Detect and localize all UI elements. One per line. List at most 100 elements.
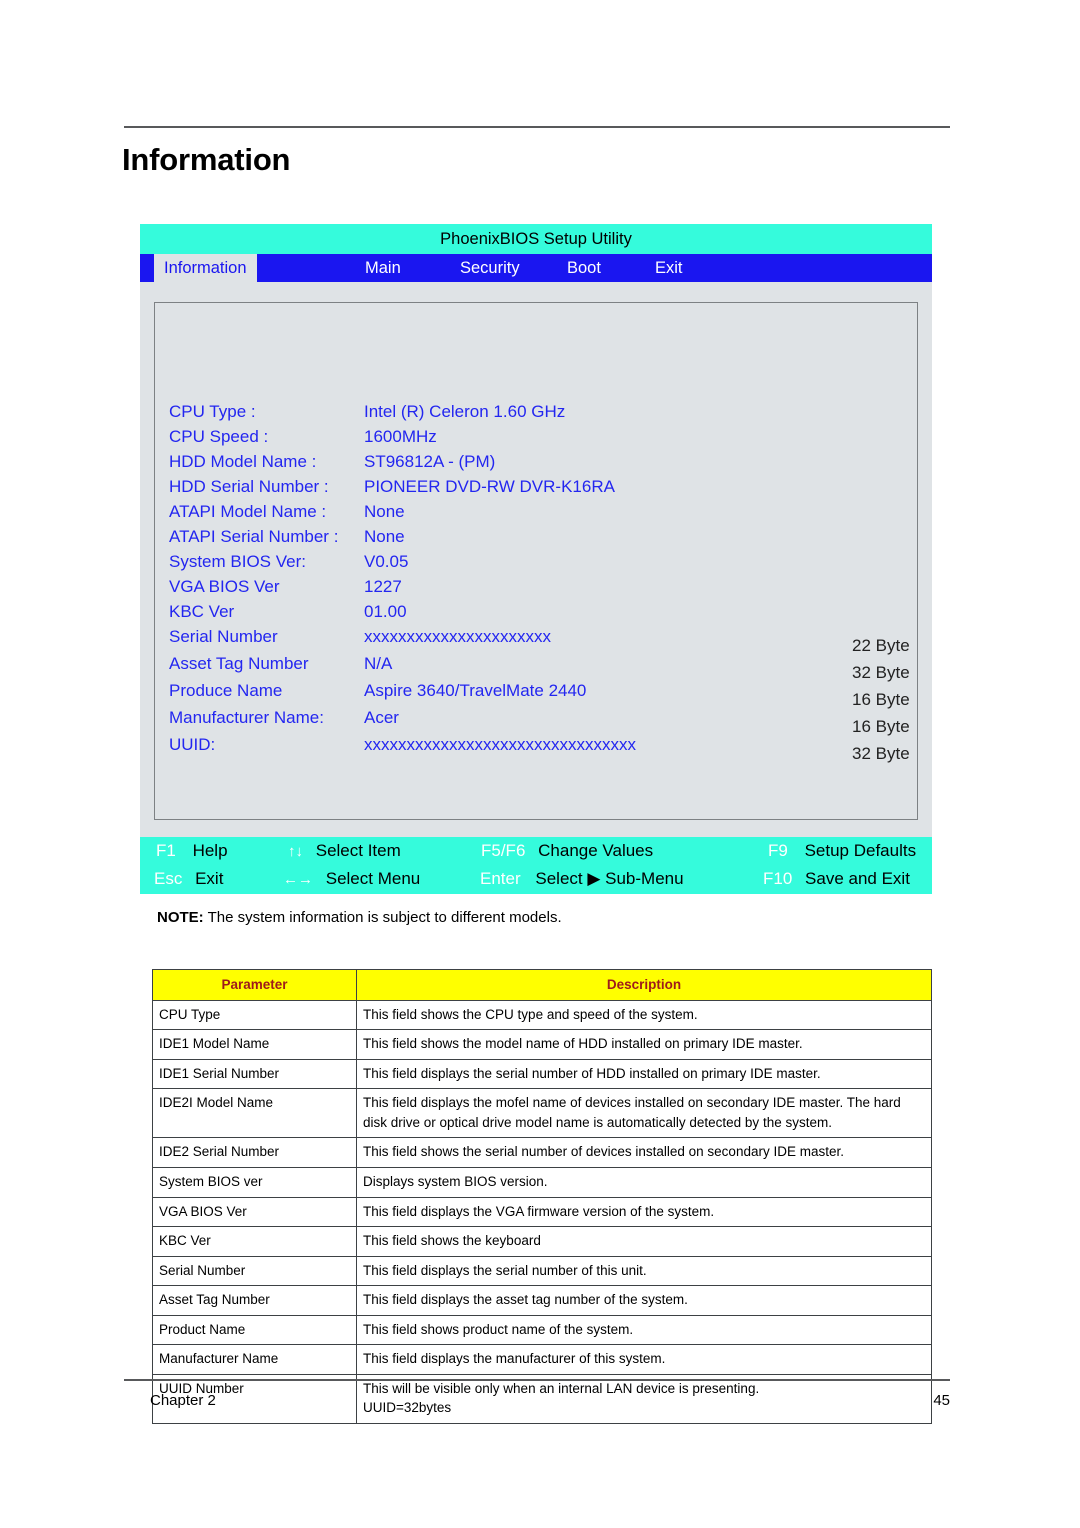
tab-main[interactable]: Main	[365, 254, 401, 282]
table-row: Serial Number This field displays the se…	[152, 1255, 932, 1287]
cell-description: This field displays the mofel name of de…	[356, 1088, 932, 1139]
cell-description: This field shows the model name of HDD i…	[356, 1029, 932, 1060]
function-key-f5f6-change-values[interactable]: F5/F6 Change Values	[481, 837, 653, 865]
note-prefix: NOTE:	[157, 909, 204, 926]
cell-description: This field displays the serial number of…	[356, 1255, 932, 1287]
column-header-parameter: Parameter	[152, 969, 357, 1001]
note-body: The system information is subject to dif…	[203, 909, 562, 926]
function-key-action: Exit	[195, 869, 224, 888]
table-row: IDE1 Model Name This field shows the mod…	[152, 1029, 932, 1060]
cell-description: Displays system BIOS version.	[356, 1166, 932, 1198]
field-value: N/A	[364, 654, 393, 673]
field-label: ATAPI Model Name :	[169, 502, 327, 521]
function-key-label: F5/F6	[481, 841, 526, 860]
field-atapi-serial-number: ATAPI Serial Number : None	[169, 524, 405, 549]
tab-exit[interactable]: Exit	[655, 254, 683, 282]
table-header-row: Parameter Description	[152, 969, 932, 1001]
field-value: PIONEER DVD-RW DVR-K16RA	[364, 477, 615, 496]
cell-parameter: VGA BIOS Ver	[152, 1196, 357, 1228]
field-value: xxxxxxxxxxxxxxxxxxxxxx	[364, 627, 551, 646]
field-serial-number: Serial Number xxxxxxxxxxxxxxxxxxxxxx	[169, 624, 551, 649]
field-value: Aspire 3640/TravelMate 2440	[364, 681, 587, 700]
footer-rule	[124, 1379, 950, 1381]
table-row: IDE2I Model Name This field displays the…	[152, 1088, 932, 1139]
cell-parameter: IDE2 Serial Number	[152, 1137, 357, 1168]
header-rule	[124, 126, 950, 128]
function-key-f9-setup-defaults[interactable]: F9 Setup Defaults	[768, 837, 916, 865]
field-label: ATAPI Serial Number :	[169, 527, 339, 546]
byte-note: 16 Byte	[852, 717, 910, 736]
field-label: HDD Serial Number :	[169, 477, 329, 496]
field-produce-name: Produce Name Aspire 3640/TravelMate 2440	[169, 678, 586, 703]
field-label: VGA BIOS Ver	[169, 577, 280, 596]
function-key-f1-help[interactable]: F1 Help	[156, 837, 228, 865]
footer-chapter: Chapter 2	[150, 1392, 216, 1409]
function-key-f10-save-and-exit[interactable]: F10 Save and Exit	[763, 865, 910, 893]
function-key-select-menu[interactable]: ←→ Select Menu	[283, 865, 420, 893]
field-value: 1227	[364, 577, 402, 596]
function-key-action: Help	[192, 841, 228, 860]
function-key-action: Select Menu	[325, 869, 421, 888]
cell-parameter: Asset Tag Number	[152, 1285, 357, 1316]
cell-description: This field shows the serial number of de…	[356, 1137, 932, 1168]
cell-parameter: IDE1 Serial Number	[152, 1058, 357, 1090]
field-value: V0.05	[364, 552, 409, 571]
function-key-action: Setup Defaults	[804, 841, 917, 860]
function-key-label: F9	[768, 841, 788, 860]
field-value: 1600MHz	[364, 427, 437, 446]
table-row: Asset Tag Number This field displays the…	[152, 1285, 932, 1316]
tab-information[interactable]: Information	[154, 254, 257, 282]
function-key-action: Select ▶ Sub-Menu	[535, 869, 684, 888]
cell-parameter: Product Name	[152, 1314, 357, 1346]
field-atapi-model-name: ATAPI Model Name : None	[169, 499, 405, 524]
bios-setup-window: PhoenixBIOS Setup Utility Information Ma…	[140, 224, 932, 894]
field-value: None	[364, 502, 405, 521]
field-label: Produce Name	[169, 681, 283, 700]
bios-tab-bar: Information Main Security Boot Exit	[140, 254, 932, 282]
cell-parameter: IDE1 Model Name	[152, 1029, 357, 1060]
cell-parameter: System BIOS ver	[152, 1166, 357, 1198]
parameter-description-table: Parameter Description CPU Type This fiel…	[152, 969, 932, 1425]
cell-description: This will be visible only when an intern…	[356, 1373, 932, 1425]
field-hdd-model-name: HDD Model Name : ST96812A - (PM)	[169, 449, 495, 474]
cell-description-line-1: This will be visible only when an intern…	[363, 1380, 760, 1396]
cell-parameter: Manufacturer Name	[152, 1344, 357, 1375]
function-key-label: F10	[763, 869, 793, 888]
cell-description: This field displays the asset tag number…	[356, 1285, 932, 1316]
bios-body: CPU Type : Intel (R) Celeron 1.60 GHz CPU…	[140, 282, 932, 837]
field-value: 01.00	[364, 602, 407, 621]
up-down-arrow-icon: ↑↓	[288, 843, 303, 860]
table-row: IDE1 Serial Number This field displays t…	[152, 1058, 932, 1090]
field-label: KBC Ver	[169, 602, 235, 621]
field-label: Serial Number	[169, 627, 278, 646]
field-cpu-speed: CPU Speed : 1600MHz	[169, 424, 437, 449]
function-key-enter-select-submenu[interactable]: Enter Select ▶ Sub-Menu	[480, 865, 684, 893]
cell-description: This field displays the manufacturer of …	[356, 1344, 932, 1375]
table-row: System BIOS ver Displays system BIOS ver…	[152, 1166, 932, 1198]
tab-boot[interactable]: Boot	[567, 254, 601, 282]
field-system-bios-ver: System BIOS Ver: V0.05	[169, 549, 408, 574]
field-value: Intel (R) Celeron 1.60 GHz	[364, 402, 566, 421]
function-key-label: F1	[156, 841, 176, 860]
cell-description: This field shows product name of the sys…	[356, 1314, 932, 1346]
table-row: Manufacturer Name This field displays th…	[152, 1344, 932, 1375]
function-key-action: Select Item	[315, 841, 401, 860]
tab-security[interactable]: Security	[460, 254, 520, 282]
footer-page-number: 45	[933, 1392, 950, 1409]
byte-note: 22 Byte	[852, 636, 910, 655]
field-value: Acer	[364, 708, 399, 727]
function-key-esc-exit[interactable]: Esc Exit	[154, 865, 223, 893]
field-label: CPU Speed :	[169, 427, 269, 446]
function-key-row-2: Esc Exit ←→ Select Menu Enter Select ▶ S…	[140, 865, 932, 893]
cell-description: This field shows the keyboard	[356, 1226, 932, 1257]
cell-parameter: IDE2I Model Name	[152, 1088, 357, 1139]
byte-note: 16 Byte	[852, 690, 910, 709]
field-value: ST96812A - (PM)	[364, 452, 496, 471]
table-row: IDE2 Serial Number This field shows the …	[152, 1137, 932, 1168]
cell-parameter: CPU Type	[152, 999, 357, 1031]
field-label: System BIOS Ver:	[169, 552, 306, 571]
field-cpu-type: CPU Type : Intel (R) Celeron 1.60 GHz	[169, 399, 565, 424]
cell-description: This field shows the CPU type and speed …	[356, 999, 932, 1031]
function-key-select-item[interactable]: ↑↓ Select Item	[288, 837, 401, 865]
function-key-row-1: F1 Help ↑↓ Select Item F5/F6 Change Valu…	[140, 837, 932, 865]
